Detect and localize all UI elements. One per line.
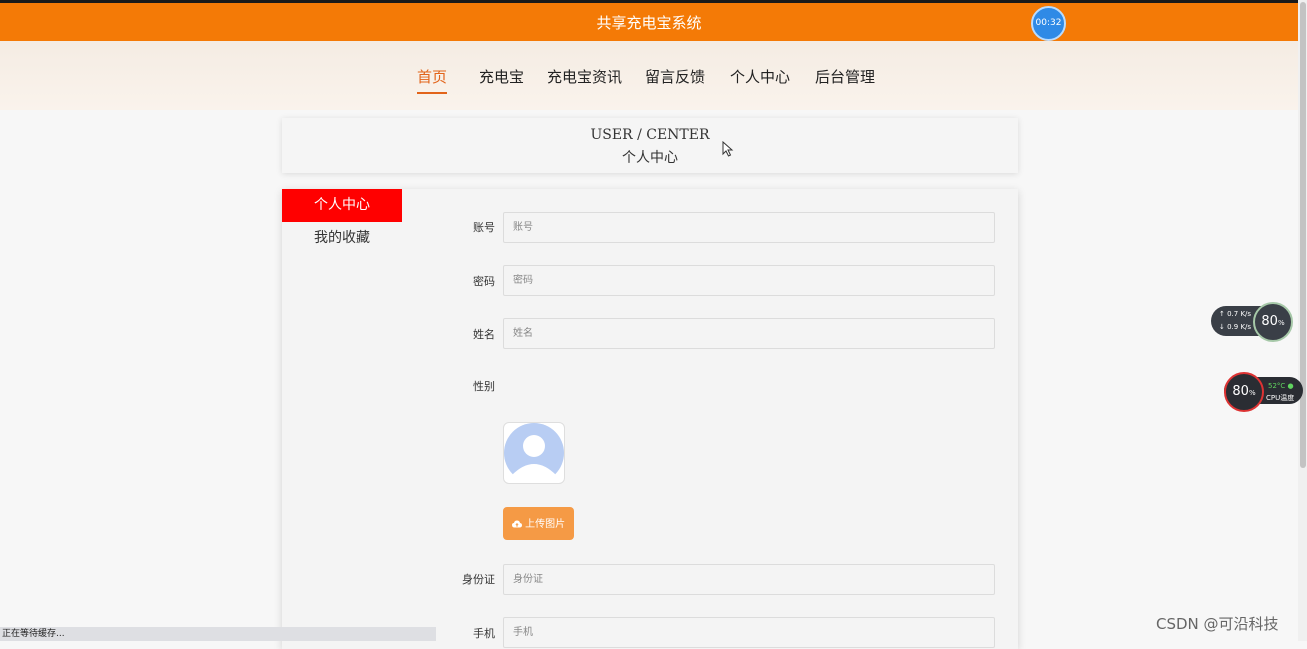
nav-home[interactable]: 首页 bbox=[417, 66, 448, 94]
avatar-preview[interactable] bbox=[503, 422, 565, 484]
net-upload-speed: ↑ 0.7 K/s bbox=[1219, 310, 1252, 318]
drop-icon: ● bbox=[1287, 382, 1294, 390]
upload-image-button[interactable]: 上传图片 bbox=[503, 507, 574, 540]
site-title: 共享充电宝系统 bbox=[596, 14, 702, 32]
gender-label: 性别 bbox=[473, 380, 495, 393]
browser-status-bar: 正在等待缓存... bbox=[0, 627, 436, 641]
nav-power-bank-news[interactable]: 充电宝资讯 bbox=[547, 66, 622, 92]
cpu-temp-label: CPU温度 bbox=[1266, 394, 1295, 402]
profile-panel: 个人中心 我的收藏 账号 密码 姓名 性别 上传图片 身份证 手机 bbox=[282, 189, 1018, 649]
name-label: 姓名 bbox=[473, 328, 495, 341]
banner-title-zh: 个人中心 bbox=[622, 150, 678, 166]
main-nav: 首页 充电宝 充电宝资讯 留言反馈 个人中心 后台管理 bbox=[0, 41, 1298, 110]
nav-feedback[interactable]: 留言反馈 bbox=[645, 66, 705, 92]
sidebar-item-user-center[interactable]: 个人中心 bbox=[282, 189, 402, 222]
phone-input[interactable] bbox=[503, 617, 995, 648]
account-input[interactable] bbox=[503, 212, 995, 243]
account-label: 账号 bbox=[473, 221, 495, 234]
cpu-usage-gauge[interactable]: 80% bbox=[1224, 372, 1264, 412]
sidebar-item-favorites[interactable]: 我的收藏 bbox=[282, 222, 402, 255]
memory-usage-gauge[interactable]: 80% bbox=[1253, 302, 1293, 342]
user-center-banner: USER / CENTER 个人中心 bbox=[282, 118, 1018, 173]
net-download-speed: ↓ 0.9 K/s bbox=[1219, 323, 1252, 331]
page-scrollbar-thumb[interactable] bbox=[1300, 2, 1306, 468]
nav-admin[interactable]: 后台管理 bbox=[815, 66, 875, 92]
banner-title-en: USER / CENTER bbox=[590, 127, 710, 143]
name-input[interactable] bbox=[503, 318, 995, 349]
csdn-watermark: CSDN @可沿科技 bbox=[1156, 615, 1279, 633]
nav-power-bank[interactable]: 充电宝 bbox=[479, 66, 524, 92]
password-input[interactable] bbox=[503, 265, 995, 296]
default-avatar-icon bbox=[504, 423, 564, 483]
mouse-cursor-icon bbox=[722, 141, 734, 157]
nav-user-center[interactable]: 个人中心 bbox=[730, 66, 790, 92]
id-card-label: 身份证 bbox=[462, 573, 495, 586]
timer-badge: 00:32 bbox=[1031, 6, 1066, 41]
id-card-input[interactable] bbox=[503, 564, 995, 595]
cpu-temperature: 52°C ● bbox=[1268, 382, 1294, 390]
top-header-bar: 共享充电宝系统 00:32 bbox=[0, 0, 1298, 41]
password-label: 密码 bbox=[473, 275, 495, 288]
upload-image-label: 上传图片 bbox=[525, 519, 566, 530]
cloud-upload-icon bbox=[511, 520, 522, 528]
